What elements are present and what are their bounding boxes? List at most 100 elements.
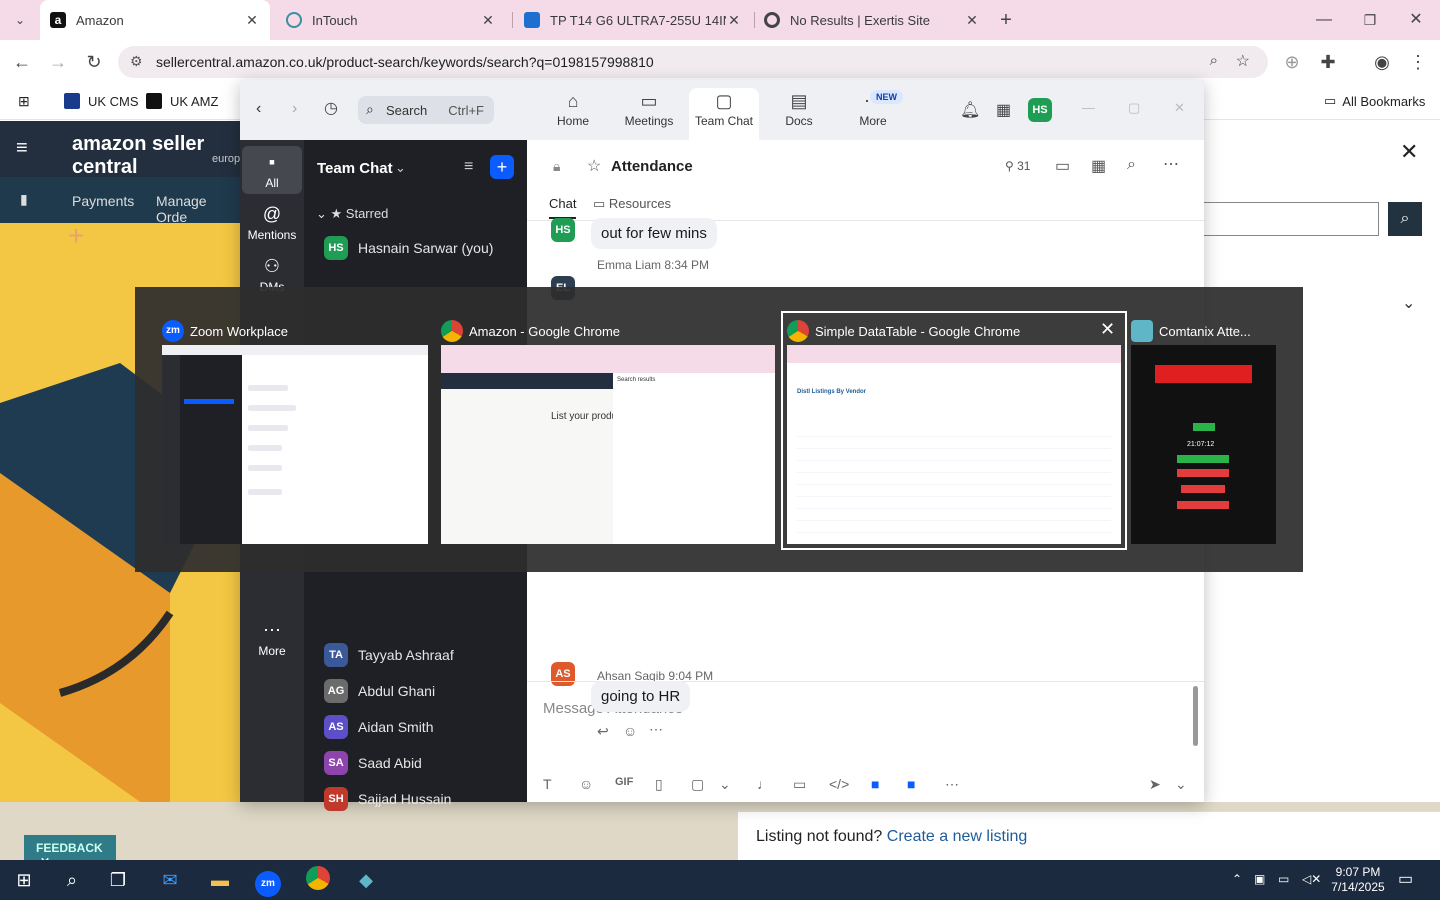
nav-manage-orders[interactable]: Manage Orde [156, 193, 240, 225]
chevron-down-icon[interactable]: ⌄ [1402, 293, 1415, 313]
tray-expand-icon[interactable]: ⌃ [1232, 872, 1242, 886]
chevron-down-icon[interactable]: ⌄ [1175, 776, 1187, 793]
outlook-icon[interactable]: ✉ [152, 866, 188, 894]
tab-close-icon[interactable]: ✕ [480, 12, 496, 29]
code-icon[interactable]: </> [829, 776, 849, 792]
video-message-icon[interactable]: ▭ [793, 776, 806, 793]
close-window-icon[interactable]: ✕ [1404, 8, 1428, 32]
feedback-button[interactable]: FEEDBACK ✕ [24, 835, 116, 869]
video-call-icon[interactable]: ▭ [1055, 156, 1070, 176]
forward-icon[interactable]: › [292, 100, 297, 118]
gif-button[interactable]: GIF [615, 776, 633, 788]
chevron-down-icon[interactable]: ⌄ [719, 776, 731, 793]
forward-icon[interactable]: → [46, 50, 70, 74]
back-icon[interactable]: ‹ [256, 100, 261, 118]
tab-close-icon[interactable]: ✕ [726, 12, 742, 29]
microphone-icon[interactable]: ♩ [757, 776, 771, 792]
tab-exertis[interactable]: No Results | Exertis Site ✕ [754, 0, 990, 40]
new-tab-button[interactable]: + [994, 8, 1018, 32]
emoji-icon[interactable]: ☺ [579, 776, 593, 792]
apps-icon[interactable]: ⊞ [18, 93, 30, 110]
comtanix-taskbar-icon[interactable]: ◆ [348, 866, 384, 894]
notifications-icon[interactable]: ▭ [1398, 869, 1413, 889]
zoom-tab-home[interactable]: ⌂ Home [538, 88, 608, 140]
hamburger-menu-icon[interactable]: ≡ [16, 137, 28, 160]
restore-icon[interactable]: ❐ [1358, 8, 1382, 32]
tab-search-icon[interactable]: ⌄ [8, 8, 32, 32]
minimize-icon[interactable]: — [1082, 100, 1095, 115]
site-info-icon[interactable]: ⚙ [130, 53, 143, 70]
tab-lenovo[interactable]: TP T14 G6 ULTRA7-255U 14IN I ✕ [514, 0, 752, 40]
file-icon[interactable]: ▯ [655, 776, 663, 793]
translate-icon[interactable]: ⊕ [1280, 50, 1304, 74]
close-icon[interactable]: ✕ [1174, 100, 1185, 116]
tab-close-icon[interactable]: ✕ [244, 12, 260, 29]
create-listing-link[interactable]: Create a new listing [887, 828, 1028, 845]
more-icon[interactable]: ⋯ [945, 776, 959, 793]
new-chat-icon[interactable]: + [490, 155, 514, 179]
tab-resources[interactable]: ▭ Resources [593, 196, 671, 212]
send-icon[interactable]: ➤ [1149, 776, 1161, 793]
reply-icon[interactable]: ↩ [597, 723, 609, 740]
tab-amazon[interactable]: a Amazon ✕ [40, 0, 270, 40]
zoom-tab-docs[interactable]: ▤ Docs [764, 88, 834, 140]
maximize-icon[interactable]: ▢ [1128, 100, 1140, 116]
taskbar-clock[interactable]: 9:07 PM 7/14/2025 [1318, 865, 1398, 895]
network-icon[interactable]: ▭ [1278, 872, 1289, 886]
screenshot-icon[interactable]: ▢ [691, 776, 704, 793]
history-icon[interactable]: ◷ [324, 98, 338, 118]
tab-close-icon[interactable]: ✕ [964, 12, 980, 29]
search-icon[interactable]: ⌕ [54, 866, 90, 894]
bookmark-star-icon[interactable]: ☆ [1236, 51, 1250, 71]
address-bar[interactable]: ⚙ sellercentral.amazon.co.uk/product-sea… [118, 46, 1268, 78]
contact-item[interactable]: SA Saad Abid [324, 751, 422, 775]
app-icon[interactable]: ■ [907, 776, 915, 792]
rail-more[interactable]: ⋯ More [242, 620, 302, 658]
minimize-icon[interactable]: — [1312, 8, 1336, 32]
more-options-icon[interactable]: ⋯ [1163, 154, 1179, 174]
profile-icon[interactable]: ◉ [1370, 50, 1394, 74]
start-icon[interactable]: ⊞ [6, 866, 42, 894]
calendar-icon[interactable]: ▦ [1091, 156, 1106, 176]
task-view-icon[interactable]: ❐ [100, 866, 136, 894]
more-icon[interactable]: ⋯ [649, 721, 663, 738]
reload-icon[interactable]: ↻ [82, 50, 106, 74]
search-submit-icon[interactable]: ⌕ [1388, 202, 1422, 236]
zoom-icon[interactable]: ⌕ [1210, 52, 1218, 69]
emoji-react-icon[interactable]: ☺ [623, 723, 637, 739]
chevron-down-icon[interactable]: ⌄ [395, 160, 406, 176]
search-results-input[interactable] [1204, 202, 1379, 236]
member-count[interactable]: ⚲ 31 [1005, 159, 1030, 173]
contact-self[interactable]: HS Hasnain Sarwar (you) [324, 236, 493, 260]
zoom-taskbar-icon[interactable]: zm [250, 866, 286, 897]
bookmark-uk-amz[interactable]: UK AMZ [146, 93, 218, 109]
tray-app-icon[interactable]: ▣ [1254, 872, 1265, 886]
rail-all[interactable]: ▪ All [242, 146, 302, 194]
calendar-icon[interactable]: ▦ [996, 100, 1011, 120]
close-panel-icon[interactable]: ✕ [1400, 139, 1418, 165]
notifications-icon[interactable]: 🔔︎ [960, 100, 980, 120]
starred-section[interactable]: ⌄ ★ Starred [316, 206, 388, 222]
nav-payments[interactable]: Payments [72, 193, 134, 209]
zoom-search-box[interactable]: ⌕ Search Ctrl+F [358, 96, 494, 124]
chat-list-title[interactable]: Team Chat [317, 160, 393, 177]
back-icon[interactable]: ← [10, 50, 34, 74]
menu-icon[interactable]: ⋮ [1406, 50, 1430, 74]
contact-item[interactable]: SH Sajjad Hussain [324, 787, 451, 811]
zoom-tab-team-chat[interactable]: ▢ Team Chat [689, 88, 759, 140]
search-icon[interactable]: ⌕ [1127, 156, 1136, 174]
app-icon[interactable]: ■ [871, 776, 879, 792]
all-bookmarks-button[interactable]: ▭ All Bookmarks [1324, 93, 1425, 109]
contact-item[interactable]: AS Aidan Smith [324, 715, 433, 739]
chrome-taskbar-icon[interactable] [300, 866, 336, 894]
contact-item[interactable]: TA Tayyab Ashraaf [324, 643, 454, 667]
contact-item[interactable]: AG Abdul Ghani [324, 679, 435, 703]
text-format-icon[interactable]: T [543, 776, 552, 792]
filter-icon[interactable]: ≡ [464, 158, 473, 176]
extensions-icon[interactable]: ✚ [1316, 50, 1340, 74]
switcher-close-icon[interactable]: ✕ [1100, 319, 1115, 340]
bookmark-icon[interactable]: ▮ [20, 191, 28, 208]
file-explorer-icon[interactable]: ▬ [202, 866, 238, 894]
favorite-star-icon[interactable]: ☆ [587, 156, 601, 176]
tab-intouch[interactable]: InTouch ✕ [276, 0, 506, 40]
